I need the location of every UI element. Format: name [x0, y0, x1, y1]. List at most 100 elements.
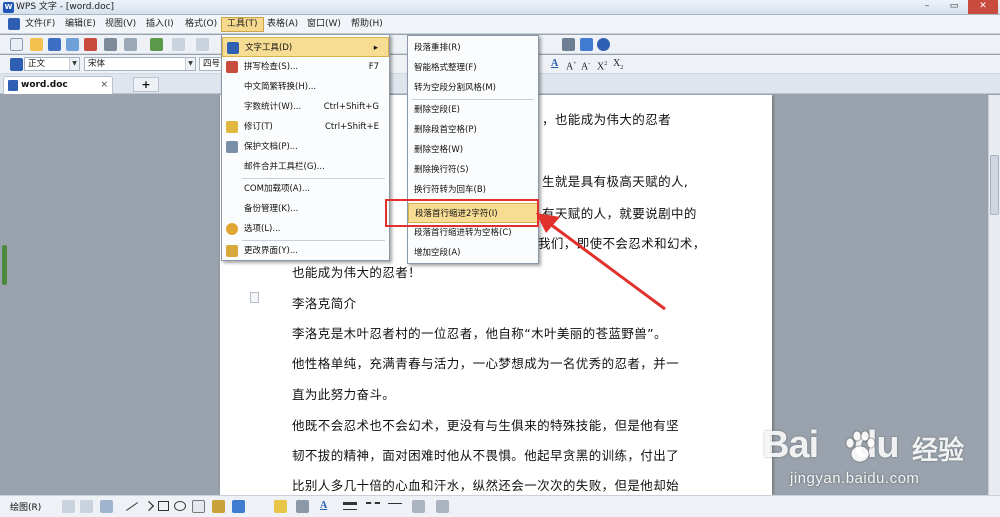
tools-menu-item-text-tools[interactable]: 文字工具(D) ▸	[222, 37, 389, 57]
maximize-button[interactable]: ▭	[941, 0, 967, 14]
arrow-icon[interactable]	[143, 500, 155, 512]
font-select[interactable]: 宋体 ▼	[84, 57, 196, 71]
tools-menu-item-options[interactable]: 选项(L)...	[222, 219, 389, 239]
menu-insert[interactable]: 插入(I)	[141, 17, 179, 32]
style-select[interactable]: 正文 ▼	[24, 57, 80, 71]
subscript-button[interactable]: X2	[613, 57, 623, 75]
spellcheck-icon	[226, 61, 238, 73]
document-icon	[8, 80, 18, 91]
close-window-button[interactable]: ✕	[968, 0, 998, 14]
doc-line: ，也能成为伟大的忍者	[542, 112, 672, 127]
tools-menu-item-com-addins[interactable]: COM加载项(A)...	[222, 179, 389, 199]
interface-icon	[226, 245, 238, 257]
font-select-value: 宋体	[88, 59, 106, 69]
rotate-icon[interactable]	[80, 500, 93, 513]
new-tab-button[interactable]: +	[133, 77, 159, 92]
ellipse-icon[interactable]	[174, 501, 186, 511]
fill-color-icon[interactable]	[274, 500, 287, 513]
dash-style-icon[interactable]	[366, 502, 380, 510]
line-style-icon[interactable]	[343, 502, 357, 510]
export-pdf-icon[interactable]	[84, 38, 97, 51]
save-all-icon[interactable]	[66, 38, 79, 51]
font-color-icon[interactable]: A	[320, 499, 327, 513]
rectangle-icon[interactable]	[158, 501, 169, 511]
format-painter-icon[interactable]	[172, 38, 185, 51]
minimize-button[interactable]: –	[914, 0, 940, 14]
paragraph-file-icon	[250, 292, 259, 303]
3d-icon[interactable]	[436, 500, 449, 513]
doc-line: 直为此努力奋斗。	[292, 387, 396, 402]
menu-help[interactable]: 帮助(H)	[346, 17, 388, 32]
watermark-logo-text: Bai du	[762, 424, 900, 466]
grow-font-button[interactable]: A+	[566, 57, 577, 74]
font-size-value: 四号	[203, 59, 221, 69]
autoshapes-icon[interactable]	[100, 500, 113, 513]
submenu-item[interactable]: 删除空格(W)	[408, 140, 538, 160]
menu-window[interactable]: 窗口(W)	[302, 17, 346, 32]
doc-line: 比别人多几十倍的心血和汗水，纵然还会一次次的失败，但是他却始	[292, 478, 680, 493]
submenu-item[interactable]: 增加空段(A)	[408, 243, 538, 263]
print-icon[interactable]	[104, 38, 117, 51]
submenu-item[interactable]: 转为空段分割风格(M)	[408, 78, 538, 98]
submenu-item[interactable]: 删除段首空格(P)	[408, 120, 538, 140]
menu-table[interactable]: 表格(A)	[262, 17, 303, 32]
menu-format[interactable]: 格式(O)	[180, 17, 222, 32]
style-select-value: 正文	[28, 59, 46, 69]
wps-app-icon: W	[3, 2, 14, 13]
submenu-item[interactable]: 删除换行符(S)	[408, 160, 538, 180]
cut-icon[interactable]	[196, 38, 209, 51]
submenu-arrow-icon: ▸	[373, 43, 378, 53]
open-folder-icon[interactable]	[30, 38, 43, 51]
tab-word-doc[interactable]: word.doc ×	[3, 76, 113, 94]
zoom-icon[interactable]	[580, 38, 593, 51]
submenu-item[interactable]: 段落重排(R)	[408, 38, 538, 58]
arrow-style-icon[interactable]	[388, 503, 402, 504]
new-document-icon[interactable]	[10, 38, 23, 51]
tools-menu-item-spellcheck[interactable]: 拼写检查(S)... F7	[222, 57, 389, 77]
text-tool-icon	[227, 42, 239, 54]
tools-menu-item-change-interface[interactable]: 更改界面(Y)...	[222, 241, 389, 261]
print-preview-icon[interactable]	[124, 38, 137, 51]
tools-menu-item-word-count[interactable]: 字数统计(W)... Ctrl+Shift+G	[222, 97, 389, 117]
tab-label: word.doc	[21, 80, 68, 90]
select-pointer-icon[interactable]	[62, 500, 75, 513]
left-edge-indicator	[2, 245, 7, 285]
tools-menu-item-protect[interactable]: 保护文档(P)...	[222, 137, 389, 157]
wordart-icon[interactable]	[212, 500, 225, 513]
binoculars-icon[interactable]	[562, 38, 575, 51]
drawing-menu-button[interactable]: 绘图(R)	[10, 500, 41, 513]
submenu-item[interactable]: 删除空段(E)	[408, 100, 538, 120]
superscript-button[interactable]: X2	[597, 57, 607, 74]
submenu-item[interactable]: 智能格式整理(F)	[408, 58, 538, 78]
doc-line: 他既不会忍术也不会幻术，更没有与生俱来的特殊技能，但是他有坚	[292, 418, 680, 433]
textbox-icon[interactable]	[192, 500, 205, 513]
tools-menu-item-chinese-conversion[interactable]: 中文简繁转换(H)...	[222, 77, 389, 97]
scrollbar-thumb[interactable]	[990, 155, 999, 215]
menu-file[interactable]: 文件(F)	[20, 17, 60, 32]
menu-tools[interactable]: 工具(T)	[221, 17, 264, 32]
annotation-arrow	[536, 213, 666, 311]
baidu-jingyan-watermark: Bai du 经验 jingyan.baidu.com	[762, 424, 994, 494]
menu-view[interactable]: 视图(V)	[100, 17, 141, 32]
tools-menu: 文字工具(D) ▸ 拼写检查(S)... F7 中文简繁转换(H)... 字数统…	[221, 34, 390, 261]
shadow-icon[interactable]	[412, 500, 425, 513]
menu-edit[interactable]: 编辑(E)	[60, 17, 101, 32]
tools-menu-item-revision[interactable]: 修订(T) Ctrl+Shift+E	[222, 117, 389, 137]
line-color-icon[interactable]	[296, 500, 309, 513]
menu-bar: 文件(F) 编辑(E) 视图(V) 插入(I) 格式(O) 工具(T) 表格(A…	[0, 15, 1000, 34]
tools-menu-item-mail-merge[interactable]: 邮件合并工具栏(G)...	[222, 157, 389, 177]
styles-icon[interactable]	[10, 58, 23, 71]
doc-line: 也能成为伟大的忍者！	[292, 265, 422, 280]
gear-icon	[226, 223, 238, 235]
insert-picture-icon[interactable]	[232, 500, 245, 513]
help-icon[interactable]	[597, 38, 610, 51]
font-color-button[interactable]: A	[551, 57, 558, 71]
close-tab-icon[interactable]: ×	[100, 77, 108, 93]
tools-menu-item-backup[interactable]: 备份管理(K)...	[222, 199, 389, 219]
save-icon[interactable]	[48, 38, 61, 51]
shrink-font-button[interactable]: A-	[581, 57, 590, 74]
submenu-item[interactable]: 换行符转为回车(B)	[408, 180, 538, 200]
doc-heading: 李洛克简介	[292, 296, 357, 311]
line-icon[interactable]	[125, 502, 139, 511]
paste-icon[interactable]	[150, 38, 163, 51]
